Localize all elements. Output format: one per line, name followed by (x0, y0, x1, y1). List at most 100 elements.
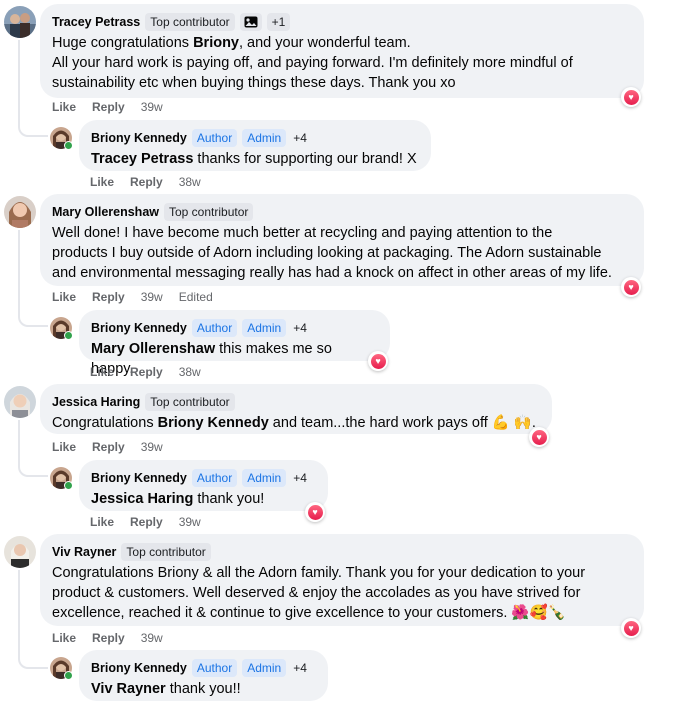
like-button[interactable]: Like (52, 631, 76, 645)
more-badges-count[interactable]: +4 (291, 661, 309, 675)
mention[interactable]: Viv Rayner (91, 681, 166, 697)
comment-thread: Tracey Petrass Top contributor +1 Huge c… (0, 0, 682, 701)
like-button[interactable]: Like (90, 175, 114, 189)
timestamp[interactable]: 38w (179, 365, 201, 379)
online-indicator (64, 671, 73, 680)
author-badge[interactable]: Author (191, 129, 238, 147)
thread-connector (18, 570, 48, 669)
author-badge[interactable]: Author (191, 319, 238, 337)
love-reaction[interactable]: ♥ (621, 87, 641, 107)
comment-bubble: Viv Rayner Top contributor Congratulatio… (40, 534, 644, 626)
more-badges-count[interactable]: +4 (291, 131, 309, 145)
commenter-name[interactable]: Mary Ollerenshaw (52, 205, 159, 219)
reply-button[interactable]: Reply (130, 515, 163, 529)
like-button[interactable]: Like (52, 100, 76, 114)
love-reaction[interactable]: ♥ (621, 277, 641, 297)
reply-actions: Like Reply 39w (90, 515, 201, 529)
like-button[interactable]: Like (52, 440, 76, 454)
avatar[interactable] (4, 196, 36, 228)
commenter-name[interactable]: Tracey Petrass (52, 15, 140, 29)
mention[interactable]: Tracey Petrass (91, 151, 193, 167)
comment-actions: Like Reply 39w (52, 440, 163, 454)
more-badges-count[interactable]: +4 (291, 321, 309, 335)
reply-bubble: Briony Kennedy Author Admin +4 Jessica H… (79, 460, 328, 511)
reply-bubble: Briony Kennedy Author Admin +4 Mary Olle… (79, 310, 390, 377)
top-contributor-badge[interactable]: Top contributor (121, 543, 211, 561)
reply-button[interactable]: Reply (130, 175, 163, 189)
comment-bubble: Jessica Haring Top contributor Congratul… (40, 384, 552, 434)
comment-text: Congratulations Briony Kennedy and team.… (52, 415, 536, 431)
online-indicator (64, 141, 73, 150)
thread-connector (18, 40, 48, 137)
heart-icon: ♥ (370, 353, 386, 369)
reply-bubble: Briony Kennedy Author Admin +4 Tracey Pe… (79, 120, 431, 171)
avatar[interactable] (4, 386, 36, 418)
avatar[interactable] (4, 536, 36, 568)
thread-connector (18, 420, 48, 477)
timestamp[interactable]: 39w (141, 290, 163, 304)
top-contributor-badge[interactable]: Top contributor (145, 13, 235, 31)
reply-text: Viv Rayner thank you!! (91, 681, 241, 697)
author-badge[interactable]: Author (191, 469, 238, 487)
admin-badge[interactable]: Admin (242, 659, 287, 677)
commenter-name[interactable]: Briony Kennedy (91, 661, 187, 675)
reply-actions: Like Reply 38w (90, 365, 201, 379)
commenter-name[interactable]: Briony Kennedy (91, 131, 187, 145)
comment-actions: Like Reply 39w (52, 631, 163, 645)
heart-icon: ♥ (623, 279, 639, 295)
more-badges-count[interactable]: +4 (291, 471, 309, 485)
timestamp[interactable]: 38w (179, 175, 201, 189)
heart-icon: ♥ (623, 620, 639, 636)
top-contributor-badge[interactable]: Top contributor (145, 393, 235, 411)
mention[interactable]: Briony (193, 35, 239, 51)
comment-bubble: Mary Ollerenshaw Top contributor Well do… (40, 194, 644, 286)
comment-text: Well done! I have become much better at … (52, 225, 612, 281)
author-badge[interactable]: Author (191, 659, 238, 677)
like-button[interactable]: Like (90, 365, 114, 379)
comment-actions: Like Reply 39w Edited (52, 290, 213, 304)
timestamp[interactable]: 39w (179, 515, 201, 529)
reply-button[interactable]: Reply (92, 100, 125, 114)
love-reaction[interactable]: ♥ (305, 502, 325, 522)
commenter-name[interactable]: Jessica Haring (52, 395, 140, 409)
timestamp[interactable]: 39w (141, 440, 163, 454)
comment-text: Congratulations Briony & all the Adorn f… (52, 565, 586, 621)
timestamp[interactable]: 39w (141, 100, 163, 114)
mention[interactable]: Jessica Haring (91, 491, 193, 507)
avatar[interactable] (4, 6, 36, 38)
mention[interactable]: Mary Ollerenshaw (91, 341, 215, 357)
admin-badge[interactable]: Admin (242, 319, 287, 337)
heart-icon: ♥ (307, 504, 323, 520)
top-contributor-badge[interactable]: Top contributor (164, 203, 254, 221)
reply-button[interactable]: Reply (92, 290, 125, 304)
online-indicator (64, 331, 73, 340)
comment-bubble: Tracey Petrass Top contributor +1 Huge c… (40, 4, 644, 98)
love-reaction[interactable]: ♥ (529, 427, 549, 447)
heart-icon: ♥ (531, 429, 547, 445)
commenter-name[interactable]: Briony Kennedy (91, 321, 187, 335)
online-indicator (64, 481, 73, 490)
reply-bubble: Briony Kennedy Author Admin +4 Viv Rayne… (79, 650, 328, 701)
edited-label: Edited (178, 290, 213, 304)
commenter-name[interactable]: Viv Rayner (52, 545, 116, 559)
reply-button[interactable]: Reply (130, 365, 163, 379)
reply-button[interactable]: Reply (92, 631, 125, 645)
image-icon[interactable] (239, 13, 262, 31)
timestamp[interactable]: 39w (141, 631, 163, 645)
reply-actions: Like Reply 38w (90, 175, 201, 189)
mention[interactable]: Briony Kennedy (158, 415, 269, 431)
reply-text: Tracey Petrass thanks for supporting our… (91, 151, 417, 167)
admin-badge[interactable]: Admin (242, 469, 287, 487)
commenter-name[interactable]: Briony Kennedy (91, 471, 187, 485)
more-badges-count[interactable]: +1 (266, 13, 291, 31)
thread-connector (18, 230, 48, 327)
admin-badge[interactable]: Admin (242, 129, 287, 147)
reply-button[interactable]: Reply (92, 440, 125, 454)
love-reaction[interactable]: ♥ (621, 618, 641, 638)
love-reaction[interactable]: ♥ (368, 351, 388, 371)
like-button[interactable]: Like (52, 290, 76, 304)
heart-icon: ♥ (623, 89, 639, 105)
reply-text: Jessica Haring thank you! (91, 491, 265, 507)
like-button[interactable]: Like (90, 515, 114, 529)
comment-actions: Like Reply 39w (52, 100, 163, 114)
